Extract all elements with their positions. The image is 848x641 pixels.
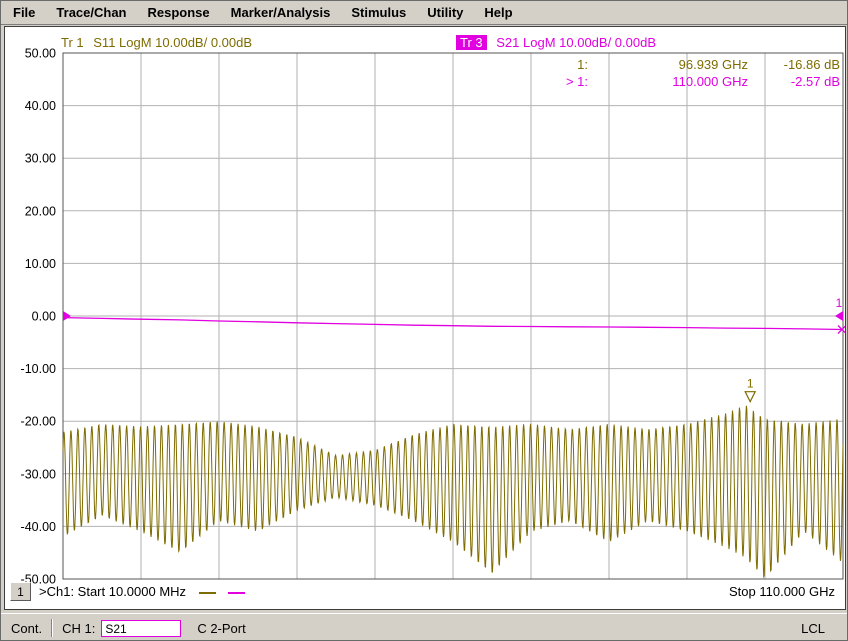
vna-application-window: File Trace/Chan Response Marker/Analysis… — [0, 0, 848, 641]
reference-level-triangle-right — [835, 311, 843, 321]
marker-1-s21-number: 1 — [836, 296, 843, 310]
sweep-mode-status: Cont. — [11, 621, 42, 636]
y-axis-tick-label: -10.00 — [21, 362, 56, 376]
y-axis-tick-label: -20.00 — [21, 415, 56, 429]
menu-item-trace-chan[interactable]: Trace/Chan — [56, 5, 126, 20]
marker-readout: 1: 96.939 GHz -16.86 dB > 1: 110.000 GHz… — [538, 56, 840, 90]
correction-status: C 2-Port — [197, 621, 245, 636]
trace3-format: S21 LogM 10.00dB/ 0.00dB — [496, 35, 656, 50]
y-axis-tick-label: -30.00 — [21, 467, 56, 481]
status-bar: Cont. CH 1: S21 C 2-Port LCL — [1, 613, 848, 641]
active-trace-indicator[interactable]: S21 — [101, 620, 181, 637]
menu-item-file[interactable]: File — [13, 5, 35, 20]
y-axis-tick-label: 20.00 — [25, 204, 56, 218]
y-axis-tick-label: 50.00 — [25, 47, 56, 61]
y-axis-tick-label: 40.00 — [25, 99, 56, 113]
trace1-format: S11 LogM 10.00dB/ 0.00dB — [93, 35, 252, 50]
marker-value: -2.57 dB — [748, 73, 840, 90]
channel-1-button[interactable]: 1 — [10, 582, 31, 601]
marker-readout-row-tr1: 1: 96.939 GHz -16.86 dB — [538, 56, 840, 73]
menu-bar: File Trace/Chan Response Marker/Analysis… — [1, 1, 848, 25]
trace1-title[interactable]: Tr 1 S11 LogM 10.00dB/ 0.00dB — [61, 35, 252, 50]
measurement-display[interactable]: 50.00 40.00 30.00 20.00 10.00 0.00 -10.00 -20.0… — [4, 26, 846, 610]
marker-number: > 1: — [538, 73, 588, 90]
start-frequency-text: >Ch1: Start 10.0000 MHz — [39, 584, 186, 599]
reference-level-triangle-left — [63, 311, 71, 321]
trace3-active-badge: Tr 3 — [456, 35, 487, 50]
y-axis-tick-label: 0.00 — [32, 310, 56, 324]
menu-item-utility[interactable]: Utility — [427, 5, 463, 20]
marker-frequency: 110.000 GHz — [588, 73, 748, 90]
marker-1-s11-number: 1 — [747, 377, 754, 391]
lcl-status: LCL — [801, 621, 825, 636]
y-axis-tick-label: 10.00 — [25, 257, 56, 271]
marker-value: -16.86 dB — [748, 56, 840, 73]
menu-item-stimulus[interactable]: Stimulus — [351, 5, 406, 20]
plot-area[interactable]: 50.00 40.00 30.00 20.00 10.00 0.00 -10.00 -20.0… — [5, 27, 845, 609]
trace1-line-sample — [199, 592, 216, 594]
menu-item-help[interactable]: Help — [484, 5, 512, 20]
marker-number: 1: — [538, 56, 588, 73]
marker-frequency: 96.939 GHz — [588, 56, 748, 73]
menu-item-response[interactable]: Response — [148, 5, 210, 20]
start-frequency-label: >Ch1: Start 10.0000 MHz — [39, 584, 245, 599]
stop-frequency-label: Stop 110.000 GHz — [729, 584, 835, 599]
marker-1-s11-triangle[interactable] — [745, 392, 755, 402]
trace3-title[interactable]: Tr 3 S21 LogM 10.00dB/ 0.00dB — [456, 35, 656, 50]
y-axis-tick-label: -40.00 — [21, 520, 56, 534]
statusbar-separator — [51, 619, 53, 637]
channel-status-label: CH 1: — [62, 621, 95, 636]
marker-readout-row-tr3: > 1: 110.000 GHz -2.57 dB — [538, 73, 840, 90]
y-axis-tick-label: 30.00 — [25, 152, 56, 166]
menu-item-marker-analysis[interactable]: Marker/Analysis — [231, 5, 331, 20]
trace3-line-sample — [228, 592, 245, 594]
trace1-name: Tr 1 — [61, 35, 84, 50]
